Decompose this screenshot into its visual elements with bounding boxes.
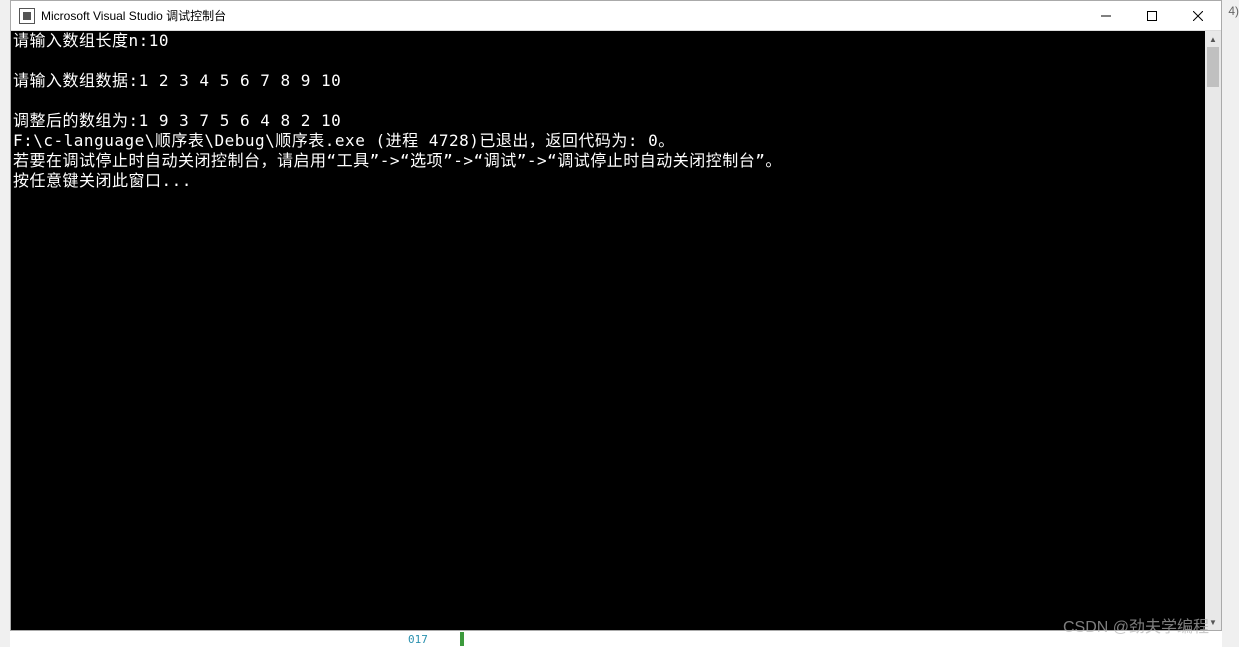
close-icon bbox=[1193, 11, 1203, 21]
window-title: Microsoft Visual Studio 调试控制台 bbox=[41, 7, 1083, 24]
console-output: 请输入数组长度n:10 请输入数组数据:1 2 3 4 5 6 7 8 9 10… bbox=[11, 31, 1221, 191]
scrollbar-thumb[interactable] bbox=[1207, 47, 1219, 87]
git-gutter-indicator bbox=[460, 632, 464, 646]
titlebar[interactable]: Microsoft Visual Studio 调试控制台 bbox=[11, 1, 1221, 31]
window-controls bbox=[1083, 1, 1221, 30]
csdn-watermark: CSDN @劲夫学编程 bbox=[1063, 613, 1209, 637]
scroll-up-arrow-icon[interactable]: ▲ bbox=[1205, 31, 1221, 47]
close-button[interactable] bbox=[1175, 1, 1221, 30]
console-window: Microsoft Visual Studio 调试控制台 请输入数组长度n:1 bbox=[10, 0, 1222, 631]
line-number-fragment: 017 bbox=[408, 633, 428, 646]
maximize-icon bbox=[1147, 11, 1157, 21]
console-area[interactable]: 请输入数组长度n:10 请输入数组数据:1 2 3 4 5 6 7 8 9 10… bbox=[11, 31, 1221, 630]
minimize-icon bbox=[1101, 11, 1111, 21]
vertical-scrollbar[interactable]: ▲ ▼ bbox=[1205, 31, 1221, 630]
editor-bottom-strip: 017 bbox=[10, 631, 1222, 647]
maximize-button[interactable] bbox=[1129, 1, 1175, 30]
app-icon bbox=[19, 8, 35, 24]
edge-fragment-text: 4) bbox=[1228, 4, 1239, 18]
minimize-button[interactable] bbox=[1083, 1, 1129, 30]
